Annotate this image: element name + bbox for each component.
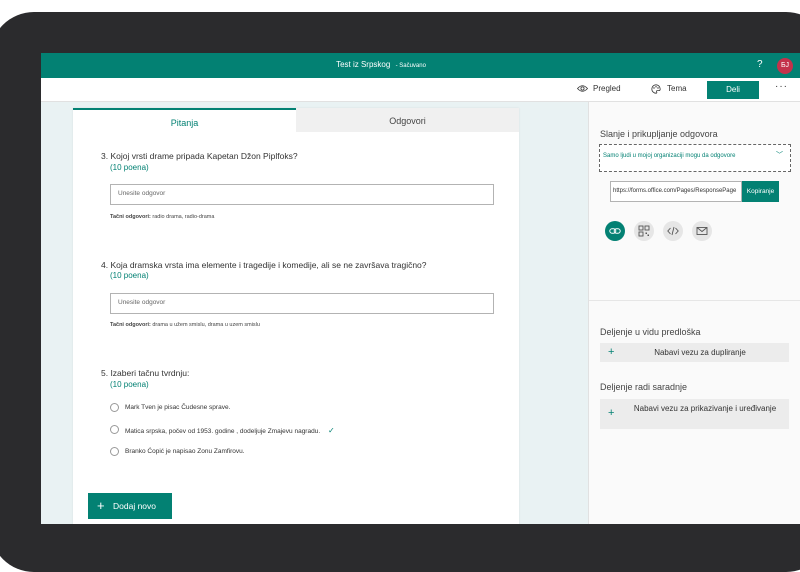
choice-label: Mark Tven je pisac Čudesne sprave. [125, 404, 231, 411]
template-share-title: Deljenje u vidu predloška [600, 327, 701, 337]
tab-responses[interactable]: Odgovori [296, 108, 519, 132]
form-canvas: Pitanja Odgovori 3. Kojoj vrsti drame pr… [41, 102, 588, 524]
more-options-icon[interactable]: ··· [775, 81, 788, 92]
share-panel: Slanje i prikupljanje odgovora Samo ljud… [588, 102, 800, 524]
preview-label: Pregled [593, 84, 621, 93]
palette-icon [651, 84, 661, 94]
question-points: (10 poena) [110, 163, 149, 172]
tab-questions[interactable]: Pitanja [73, 108, 296, 132]
collab-share-title: Deljenje radi saradnje [600, 382, 688, 392]
email-icon[interactable] [692, 221, 712, 241]
embed-icon[interactable] [663, 221, 683, 241]
add-new-label: Dodaj novo [113, 501, 157, 511]
correct-answers-value: radio drama, radio-drama [152, 214, 215, 220]
avatar[interactable]: БЈ [777, 58, 793, 74]
qr-code-icon[interactable] [634, 221, 654, 241]
duplicate-link-button[interactable]: + Nabavi vezu za dupliranje [600, 343, 789, 362]
correct-answers: Tačni odgovori: drama u užem smislu, dra… [110, 322, 260, 328]
title-bar: Test iz Srpskog - Sačuvano ? БЈ [41, 53, 800, 78]
collab-link-label: Nabavi vezu za prikazivanje i uređivanje [633, 404, 777, 413]
eye-icon [577, 85, 588, 92]
divider [589, 300, 800, 301]
form-title: Test iz Srpskog - Sačuvano [41, 60, 721, 69]
collab-link-button[interactable]: + Nabavi vezu za prikazivanje i uređivan… [600, 399, 789, 429]
share-button[interactable]: Deli [707, 81, 759, 99]
preview-button[interactable]: Pregled [577, 84, 621, 93]
duplicate-link-label: Nabavi vezu za dupliranje [654, 348, 746, 357]
radio-button[interactable] [110, 447, 119, 456]
share-link-field[interactable]: https://forms.office.com/Pages/ResponseP… [610, 181, 742, 202]
chevron-down-icon: ﹀ [776, 152, 783, 159]
question-points: (10 poena) [110, 380, 149, 389]
answer-input[interactable]: Unesite odgovor [110, 184, 494, 205]
form-card: Pitanja Odgovori 3. Kojoj vrsti drame pr… [73, 108, 519, 524]
question-title[interactable]: 5. Izaberi tačnu tvrdnju: [101, 368, 189, 378]
answer-placeholder: Unesite odgovor [118, 299, 166, 306]
radio-button[interactable] [110, 425, 119, 434]
share-link-value: https://forms.office.com/Pages/ResponseP… [613, 188, 737, 194]
plus-icon: + [608, 346, 615, 358]
app-screen: Test iz Srpskog - Sačuvano ? БЈ Pregled … [41, 53, 800, 524]
choice-option[interactable]: Branko Ćopić je napisao Zonu Zamfirovu. [110, 447, 245, 456]
radio-button[interactable] [110, 403, 119, 412]
correct-answers-label: Tačni odgovori: [110, 214, 151, 220]
question-points: (10 poena) [110, 271, 149, 280]
correct-answers-value: drama u užem smislu, drama u uzem smislu [152, 322, 260, 328]
audience-selected: Samo ljudi u mojoj organizaciji mogu da … [603, 153, 736, 159]
choice-option[interactable]: Matica srpska, počev od 1953. godine , d… [110, 425, 335, 435]
choice-label: Branko Ćopić je napisao Zonu Zamfirovu. [125, 448, 245, 455]
theme-label: Tema [667, 84, 687, 93]
question-title[interactable]: 4. Koja dramska vrsta ima elemente i tra… [101, 260, 427, 270]
theme-button[interactable]: Tema [651, 84, 687, 94]
audience-dropdown[interactable]: Samo ljudi u mojoj organizaciji mogu da … [599, 144, 791, 172]
answer-placeholder: Unesite odgovor [118, 190, 166, 197]
help-icon[interactable]: ? [757, 59, 763, 70]
correct-answers-label: Tačni odgovori: [110, 322, 151, 328]
command-bar: Pregled Tema Deli ··· [41, 78, 800, 102]
choice-label: Matica srpska, počev od 1953. godine , d… [125, 428, 321, 435]
checkmark-icon: ✓ [327, 426, 335, 435]
copy-button[interactable]: Kopiranje [742, 181, 779, 202]
plus-icon: + [608, 407, 615, 419]
answer-input[interactable]: Unesite odgovor [110, 293, 494, 314]
plus-icon: + [97, 498, 105, 513]
share-panel-title: Slanje i prikupljanje odgovora [600, 129, 718, 139]
correct-answers: Tačni odgovori: radio drama, radio-drama [110, 214, 214, 220]
form-title-text: Test iz Srpskog [336, 60, 391, 69]
question-title[interactable]: 3. Kojoj vrsti drame pripada Kapetan Džo… [101, 151, 298, 161]
add-new-button[interactable]: + Dodaj novo [88, 493, 172, 519]
choice-option[interactable]: Mark Tven je pisac Čudesne sprave. [110, 403, 231, 412]
saved-status: - Sačuvano [395, 63, 426, 69]
link-icon[interactable] [605, 221, 625, 241]
